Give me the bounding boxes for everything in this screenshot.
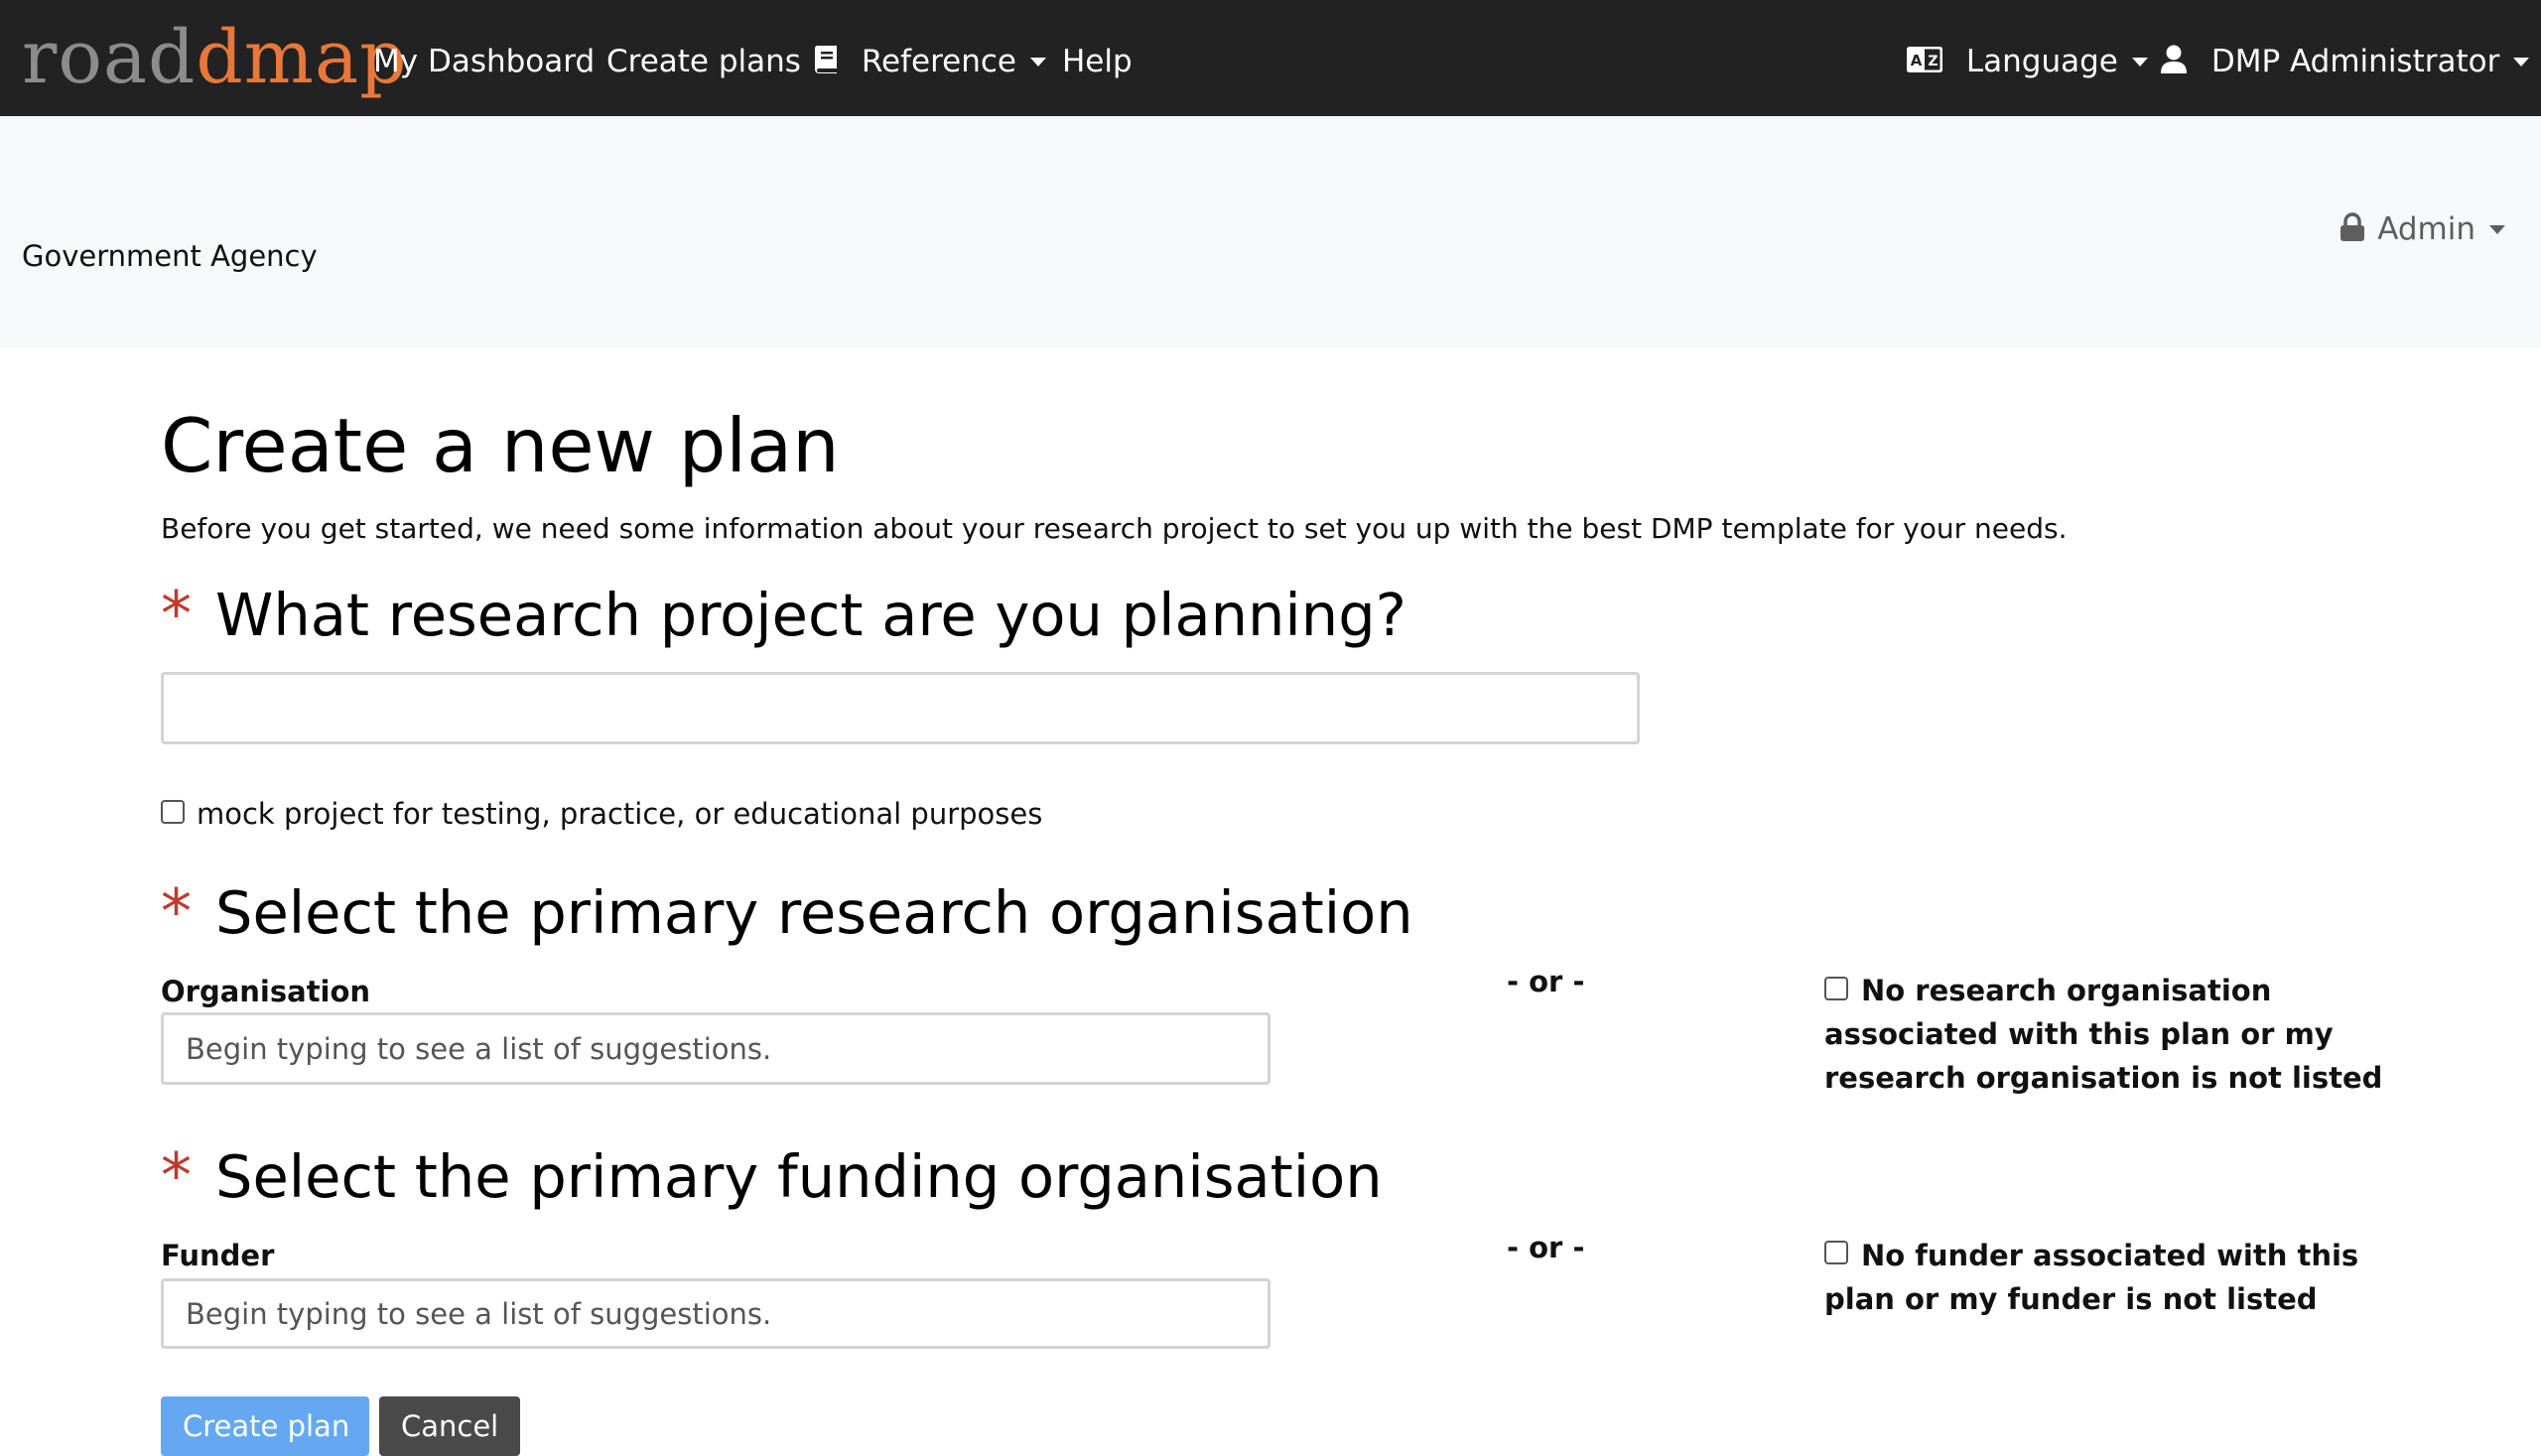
organisation-label: Organisation [161, 975, 371, 1008]
project-heading-text: What research project are you planning? [215, 581, 1406, 649]
logo-text-road: road [22, 15, 197, 100]
language-label: Language [1965, 44, 2118, 79]
project-title-input[interactable] [161, 672, 1640, 744]
or-separator: - or - [1507, 965, 1585, 998]
chevron-down-icon [2513, 58, 2530, 66]
or-separator: - or - [1507, 1231, 1585, 1264]
organisation-name: Government Agency [22, 239, 318, 273]
research-org-heading: * Select the primary research organisatio… [161, 875, 1413, 948]
required-marker: * [161, 875, 192, 948]
no-research-org-text: No research organisation associated with… [1824, 974, 2383, 1095]
book-icon [814, 45, 837, 73]
nav-reference-label: Reference [861, 44, 1016, 79]
svg-text:A: A [1911, 52, 1923, 69]
funder-label: Funder [161, 1239, 275, 1272]
no-funder-label[interactable]: No funder associated with this plan or m… [1824, 1234, 2420, 1321]
intro-text: Before you get started, we need some inf… [161, 512, 2068, 545]
language-dropdown[interactable]: A Z Language [1906, 0, 2148, 116]
research-org-heading-text: Select the primary research organisation [215, 878, 1413, 947]
nav-help[interactable]: Help [1062, 0, 1133, 116]
organisation-banner: Government Agency Admin [0, 116, 2541, 347]
admin-label: Admin [2377, 211, 2475, 247]
admin-dropdown[interactable]: Admin [2340, 211, 2505, 247]
required-marker: * [161, 578, 192, 650]
mock-project-label[interactable]: mock project for testing, practice, or e… [197, 797, 1042, 831]
roadmap-logo[interactable]: roaddmap [22, 6, 407, 110]
organisation-input[interactable] [161, 1012, 1270, 1085]
required-marker: * [161, 1139, 192, 1212]
chevron-down-icon [2131, 58, 2148, 66]
lock-icon [2340, 211, 2365, 241]
project-heading: * What research project are you planning? [161, 578, 1406, 650]
funder-heading: * Select the primary funding organisation [161, 1139, 1383, 1212]
funder-input[interactable] [161, 1278, 1270, 1349]
chevron-down-icon [1029, 58, 1046, 66]
page-title: Create a new plan [161, 402, 840, 489]
user-dropdown[interactable]: DMP Administrator [2160, 0, 2530, 116]
no-funder-text: No funder associated with this plan or m… [1824, 1239, 2359, 1316]
language-icon: A Z [1906, 46, 1943, 72]
nav-reference-dropdown[interactable]: Reference [814, 0, 1046, 116]
nav-my-dashboard[interactable]: My Dashboard [373, 0, 595, 116]
mock-project-checkbox[interactable] [161, 800, 185, 824]
top-navbar: roaddmap My Dashboard Create plans Refer… [0, 0, 2541, 116]
create-plan-button[interactable]: Create plan [161, 1396, 369, 1456]
chevron-down-icon [2489, 225, 2505, 234]
cancel-button[interactable]: Cancel [379, 1396, 520, 1456]
funder-heading-text: Select the primary funding organisation [215, 1142, 1383, 1211]
nav-create-plans[interactable]: Create plans [606, 0, 801, 116]
no-research-org-label[interactable]: No research organisation associated with… [1824, 969, 2420, 1100]
user-icon [2161, 45, 2187, 73]
svg-text:Z: Z [1928, 54, 1938, 69]
user-name: DMP Administrator [2210, 44, 2500, 79]
